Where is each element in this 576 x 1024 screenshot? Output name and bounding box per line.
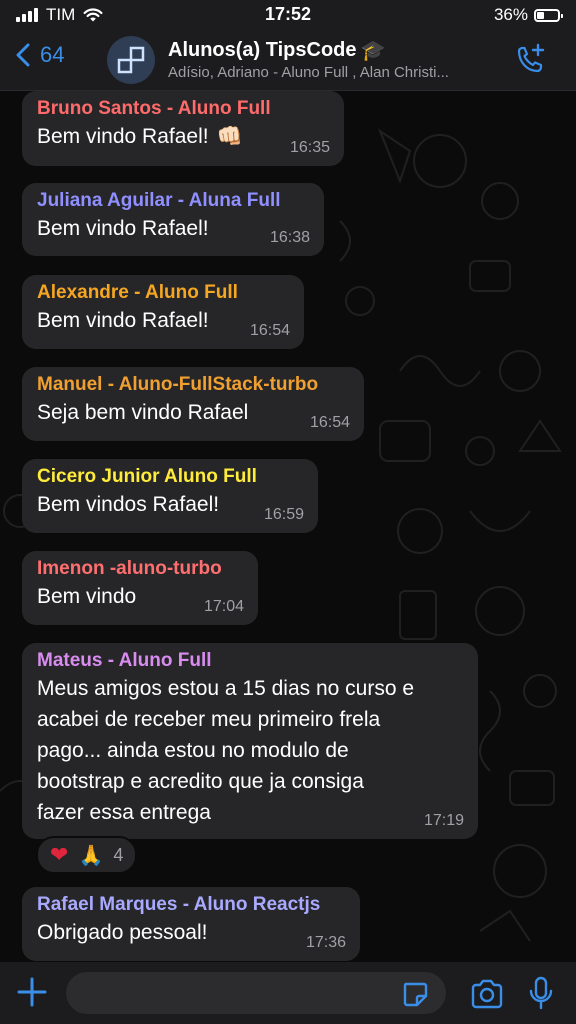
message-bubble[interactable]: Mateus - Aluno Full Meus amigos estou a … — [22, 643, 478, 839]
message-sender[interactable]: Alexandre - Aluno Full — [37, 281, 290, 305]
message-sender[interactable]: Juliana Aguilar - Aluna Full — [37, 189, 310, 213]
message-bubble[interactable]: Cicero Junior Aluno Full Bem vindos Rafa… — [22, 459, 318, 533]
message-time: 16:38 — [269, 229, 310, 246]
composer-bar — [0, 962, 576, 1024]
graduation-cap-icon: 🎓 — [360, 40, 386, 62]
heart-reaction-icon: ❤ — [50, 842, 69, 867]
message-time: 16:35 — [289, 139, 330, 156]
back-chevron-icon — [16, 43, 30, 67]
battery-icon — [534, 8, 563, 22]
message-sender[interactable]: Rafael Marques - Aluno Reactjs — [37, 893, 346, 917]
group-avatar-icon — [117, 46, 145, 74]
chat-header: 64 Alunos(a) TipsCode 🎓 Adísio, Adriano … — [0, 30, 576, 91]
message-reactions[interactable]: ❤ 🙏 4 — [36, 836, 138, 874]
message-text: Obrigado pessoal! — [37, 921, 208, 944]
camera-icon[interactable] — [470, 979, 504, 1009]
message-bubble[interactable]: Juliana Aguilar - Aluna Full Bem vindo R… — [22, 183, 324, 256]
group-name: Alunos(a) TipsCode — [168, 39, 357, 61]
message-bubble[interactable]: Alexandre - Aluno Full Bem vindo Rafael!… — [22, 275, 304, 349]
message-sender[interactable]: Bruno Santos - Aluno Full — [37, 97, 330, 121]
message-time: 17:36 — [305, 934, 346, 951]
message-bubble[interactable]: Imenon -aluno-turbo Bem vindo 17:04 — [22, 551, 258, 625]
message-time: 16:59 — [263, 506, 304, 523]
unread-count: 64 — [40, 42, 65, 67]
message-time: 17:04 — [203, 598, 244, 615]
message-sender[interactable]: Mateus - Aluno Full — [37, 649, 464, 673]
mic-icon[interactable] — [528, 976, 554, 1010]
message-input[interactable] — [66, 972, 446, 1014]
group-title[interactable]: Alunos(a) TipsCode 🎓 — [168, 38, 385, 63]
back-button[interactable]: 64 — [16, 42, 64, 68]
message-text: Bem vindo Rafael! 👊🏻 — [37, 121, 330, 152]
message-time: 17:19 — [423, 812, 464, 829]
message-time: 16:54 — [249, 322, 290, 339]
message-sender[interactable]: Manuel - Aluno-FullStack-turbo — [37, 373, 350, 397]
chat-area[interactable]: Bruno Santos - Aluno Full Bem vindo Rafa… — [0, 91, 576, 962]
message-text: Seja bem vindo Rafael — [37, 401, 249, 424]
message-text: Meus amigos estou a 15 dias no curso e a… — [37, 677, 415, 824]
message-sender[interactable]: Imenon -aluno-turbo — [37, 557, 244, 581]
call-add-icon[interactable] — [512, 42, 548, 78]
message-time: 16:54 — [309, 414, 350, 431]
message-bubble[interactable]: Rafael Marques - Aluno Reactjs Obrigado … — [22, 887, 360, 961]
battery-percent: 36% — [493, 5, 528, 24]
clock: 17:52 — [264, 4, 312, 24]
message-bubble[interactable]: Bruno Santos - Aluno Full Bem vindo Rafa… — [22, 91, 344, 166]
fist-emoji-icon: 👊🏻 — [216, 125, 243, 148]
plus-icon[interactable] — [16, 976, 48, 1008]
sticker-icon[interactable] — [402, 981, 428, 1007]
message-bubble[interactable]: Manuel - Aluno-FullStack-turbo Seja bem … — [22, 367, 364, 441]
group-members[interactable]: Adísio, Adriano - Aluno Full , Alan Chri… — [168, 64, 498, 81]
status-bar: TIM 17:52 36% — [0, 0, 576, 30]
reaction-count: 4 — [113, 844, 124, 865]
group-avatar[interactable] — [107, 36, 155, 84]
message-sender[interactable]: Cicero Junior Aluno Full — [37, 465, 304, 489]
pray-reaction-icon: 🙏 — [78, 844, 104, 867]
